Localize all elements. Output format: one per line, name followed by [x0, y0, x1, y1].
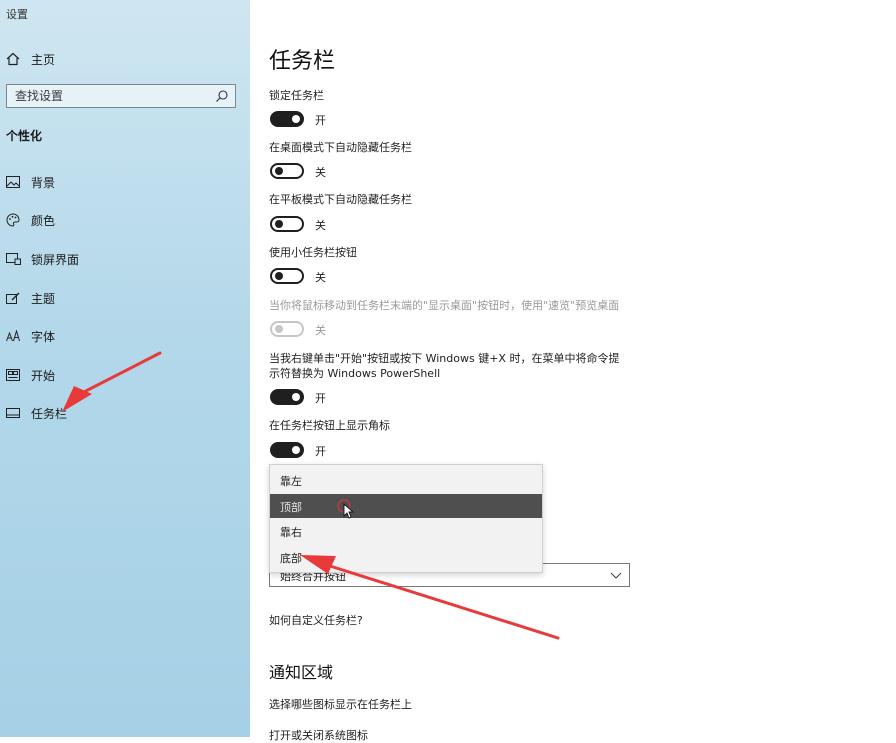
toggle-state-label: 关 — [315, 324, 326, 337]
sidebar: 设置 主页 个性化 背景 颜色 锁屏界面 主题 — [0, 0, 250, 737]
toggle-powershell[interactable] — [270, 389, 304, 405]
option-label: 底部 — [280, 552, 302, 565]
main-panel: 任务栏 锁定任务栏 开 在桌面模式下自动隐藏任务栏 关 在平板模式下自动隐藏任务… — [250, 0, 896, 742]
sidebar-item-label: 颜色 — [31, 213, 56, 228]
setting-label-powershell-line1: 当我右键单击"开始"按钮或按下 Windows 键+X 时，在菜单中将命令提 — [269, 352, 620, 365]
section-header: 个性化 — [6, 129, 43, 143]
setting-label-autohide-desktop: 在桌面模式下自动隐藏任务栏 — [269, 141, 412, 154]
sidebar-item-fonts[interactable]: 字体 — [0, 324, 250, 348]
setting-label-lock-taskbar: 锁定任务栏 — [269, 89, 324, 102]
toggle-state-label: 开 — [315, 445, 326, 458]
home-icon — [5, 51, 21, 67]
toggle-lock-taskbar[interactable] — [270, 111, 304, 127]
lock-screen-icon — [5, 251, 21, 267]
sidebar-item-label: 主页 — [31, 52, 56, 67]
theme-icon — [5, 290, 21, 306]
sidebar-item-background[interactable]: 背景 — [0, 170, 250, 194]
sidebar-item-label: 任务栏 — [31, 406, 68, 421]
dropdown-option-right[interactable]: 靠右 — [270, 519, 542, 543]
toggle-small-buttons[interactable] — [270, 268, 304, 284]
system-icons-link[interactable]: 打开或关闭系统图标 — [269, 727, 368, 743]
sidebar-item-label: 主题 — [31, 291, 56, 306]
dropdown-option-bottom[interactable]: 底部 — [270, 545, 542, 569]
setting-label-badges: 在任务栏按钮上显示角标 — [269, 419, 390, 432]
page-title: 任务栏 — [269, 49, 336, 74]
setting-label-autohide-tablet: 在平板模式下自动隐藏任务栏 — [269, 193, 412, 206]
font-icon — [5, 328, 21, 344]
sidebar-item-start[interactable]: 开始 — [0, 363, 250, 387]
sidebar-item-home[interactable]: 主页 — [0, 47, 250, 71]
sidebar-item-taskbar[interactable]: 任务栏 — [0, 401, 250, 425]
sidebar-item-label: 锁屏界面 — [31, 252, 80, 267]
search-input[interactable] — [7, 85, 223, 107]
toggle-autohide-desktop[interactable] — [270, 163, 304, 179]
sidebar-item-label: 开始 — [31, 368, 56, 383]
notification-area-heading: 通知区域 — [269, 663, 334, 682]
customize-taskbar-link[interactable]: 如何自定义任务栏? — [269, 612, 363, 628]
toggle-state-label: 关 — [315, 219, 326, 232]
toggle-state-label: 关 — [315, 271, 326, 284]
option-label: 靠左 — [280, 475, 302, 488]
taskbar-icon — [5, 405, 21, 421]
sidebar-item-lock-screen[interactable]: 锁屏界面 — [0, 247, 250, 271]
toggle-badges[interactable] — [270, 442, 304, 458]
select-icons-link[interactable]: 选择哪些图标显示在任务栏上 — [269, 696, 412, 712]
sidebar-item-label: 字体 — [31, 329, 56, 344]
search-icon[interactable] — [215, 89, 229, 103]
chevron-down-icon — [609, 568, 623, 582]
window-title: 设置 — [6, 8, 28, 21]
toggle-state-label: 开 — [315, 114, 326, 127]
toggle-peek[interactable] — [270, 321, 304, 337]
option-label: 靠右 — [280, 526, 302, 539]
option-label: 顶部 — [280, 501, 302, 514]
sidebar-item-label: 背景 — [31, 175, 56, 190]
picture-icon — [5, 174, 21, 190]
palette-icon — [5, 212, 21, 228]
dropdown-option-top[interactable]: 顶部 — [270, 494, 542, 518]
setting-label-small-buttons: 使用小任务栏按钮 — [269, 246, 357, 259]
sidebar-item-colors[interactable]: 颜色 — [0, 208, 250, 232]
taskbar-position-dropdown: 靠左 顶部 靠右 底部 — [269, 464, 543, 573]
setting-label-powershell-line2: 示符替换为 Windows PowerShell — [269, 367, 441, 380]
mouse-cursor-icon — [337, 499, 355, 519]
setting-label-peek: 当你将鼠标移动到任务栏末端的"显示桌面"按钮时，使用"速览"预览桌面 — [269, 299, 620, 312]
start-icon — [5, 367, 21, 383]
toggle-autohide-tablet[interactable] — [270, 216, 304, 232]
toggle-state-label: 关 — [315, 166, 326, 179]
search-box[interactable] — [6, 84, 236, 108]
dropdown-option-left[interactable]: 靠左 — [270, 468, 542, 492]
sidebar-item-themes[interactable]: 主题 — [0, 286, 250, 310]
toggle-state-label: 开 — [315, 392, 326, 405]
